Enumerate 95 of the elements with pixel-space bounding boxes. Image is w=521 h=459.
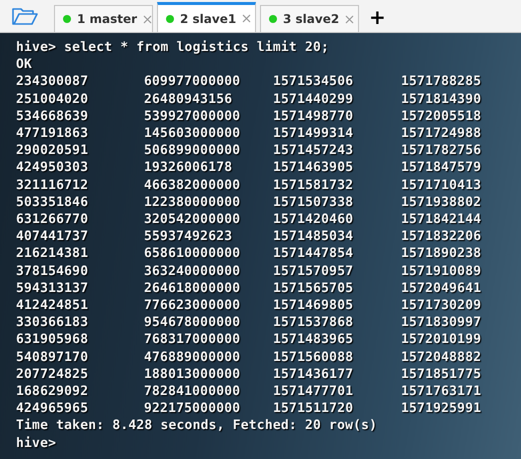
- result-cell: 1571457243: [273, 142, 354, 160]
- result-cell: 1572005518: [401, 108, 482, 126]
- result-cell: 1571447854: [273, 245, 354, 263]
- result-cell: 1571847579: [401, 159, 482, 177]
- tab-label: 3 slave2: [283, 12, 340, 26]
- result-cell: 1571507338: [273, 194, 354, 212]
- result-cell: 412424851: [16, 297, 88, 314]
- result-cell: 122380000000: [144, 194, 240, 212]
- result-cell: 1571782756: [401, 142, 482, 160]
- result-cell: 168629092: [16, 383, 88, 400]
- summary-text: Time taken: 8.428 seconds, Fetched: 20 row(s): [16, 417, 378, 435]
- result-cell: 320542000000: [144, 211, 240, 228]
- result-cell: 1571511720: [273, 400, 354, 418]
- result-cell: 1572010199: [401, 331, 482, 349]
- result-cell: 1571730209: [401, 297, 482, 314]
- result-cell: 1571565705: [273, 280, 354, 298]
- terminal-tab[interactable]: 1 master: [54, 5, 153, 32]
- folder-icon[interactable]: [12, 6, 38, 26]
- result-cell: 1571788285: [401, 73, 482, 91]
- result-cell: 19326006178: [144, 159, 232, 177]
- result-cell: 407441737: [16, 228, 88, 246]
- result-cell: 1572048882: [401, 348, 482, 366]
- tab-label: 1 master: [77, 12, 138, 26]
- result-cell: 1571581732: [273, 176, 354, 194]
- result-cell: 1571534506: [273, 73, 354, 91]
- result-cell: 954678000000: [144, 314, 240, 332]
- result-cell: 782841000000: [144, 383, 240, 400]
- result-cell: 1571925991: [401, 400, 482, 418]
- result-cell: 1571440299: [273, 90, 354, 108]
- result-cell: 1571910089: [401, 262, 482, 280]
- result-cell: 55937492623: [144, 228, 232, 246]
- result-cell: 321116712: [16, 176, 88, 194]
- result-cell: 503351846: [16, 194, 88, 212]
- result-cell: 658610000000: [144, 245, 240, 263]
- result-cell: 609977000000: [144, 73, 240, 91]
- result-cell: 207724825: [16, 366, 88, 384]
- result-cell: 1571938802: [401, 194, 482, 212]
- result-cell: 1571560088: [273, 348, 354, 366]
- result-cell: 26480943156: [144, 90, 232, 108]
- result-cell: 1571832206: [401, 228, 482, 246]
- result-cell: 776623000000: [144, 297, 240, 314]
- result-cell: 1571842144: [401, 211, 482, 228]
- result-cell: 476889000000: [144, 348, 240, 366]
- close-icon[interactable]: [345, 14, 354, 24]
- result-cell: 1571483965: [273, 331, 354, 349]
- result-cell: 1571890238: [401, 245, 482, 263]
- result-cell: 594313137: [16, 280, 88, 298]
- result-cell: 363240000000: [144, 262, 240, 280]
- result-cell: 145603000000: [144, 125, 240, 142]
- result-cell: 631905968: [16, 331, 88, 349]
- result-cell: 234300087: [16, 73, 88, 91]
- status-text: OK: [16, 56, 32, 74]
- close-icon[interactable]: [242, 14, 252, 23]
- result-cell: 768317000000: [144, 331, 240, 349]
- result-cell: 1571485034: [273, 228, 354, 246]
- result-cell: 631266770: [16, 211, 88, 228]
- result-cell: 1571498770: [273, 108, 354, 126]
- tab-label: 2 slave1: [180, 12, 236, 26]
- terminal-tab[interactable]: 3 slave2: [260, 5, 359, 32]
- result-cell: 477191863: [16, 125, 88, 142]
- result-cell: 424965965: [16, 400, 88, 418]
- result-cell: 330366183: [16, 314, 88, 332]
- result-cell: 1571420460: [273, 211, 354, 228]
- result-cell: 1571463905: [273, 159, 354, 177]
- result-cell: 264618000000: [144, 280, 240, 298]
- result-cell: 216214381: [16, 245, 88, 263]
- result-cell: 188013000000: [144, 366, 240, 384]
- result-cell: 251004020: [16, 90, 88, 108]
- result-cell: 1571814390: [401, 90, 482, 108]
- result-cell: 1571724988: [401, 125, 482, 142]
- result-cell: 1571499314: [273, 125, 354, 142]
- result-cell: 1571710413: [401, 176, 482, 194]
- result-cell: 1571763171: [401, 383, 482, 400]
- add-tab-button[interactable]: +: [369, 7, 386, 27]
- result-cell: 1572049641: [401, 280, 482, 298]
- result-cell: 1571851775: [401, 366, 482, 384]
- result-cell: 1571469805: [273, 297, 354, 314]
- result-cell: 378154690: [16, 262, 88, 280]
- terminal-tab[interactable]: 2 slave1: [157, 2, 256, 32]
- result-cell: 290020591: [16, 142, 88, 160]
- result-cell: 1571830997: [401, 314, 482, 332]
- close-icon[interactable]: [143, 14, 152, 24]
- result-cell: 922175000000: [144, 400, 240, 418]
- result-cell: 1571477701: [273, 383, 354, 400]
- result-cell: 1571570957: [273, 262, 354, 280]
- result-cell: 540897170: [16, 348, 88, 366]
- command-line: hive> select * from logistics limit 20;: [16, 39, 330, 56]
- result-cell: 424950303: [16, 159, 88, 177]
- prompt-text: hive>: [16, 434, 56, 452]
- result-cell: 1571436177: [273, 366, 354, 384]
- result-cell: 539927000000: [144, 108, 240, 126]
- result-cell: 534668639: [16, 108, 88, 126]
- result-cell: 506899000000: [144, 142, 240, 160]
- result-cell: 1571537868: [273, 314, 354, 332]
- result-cell: 466382000000: [144, 176, 240, 194]
